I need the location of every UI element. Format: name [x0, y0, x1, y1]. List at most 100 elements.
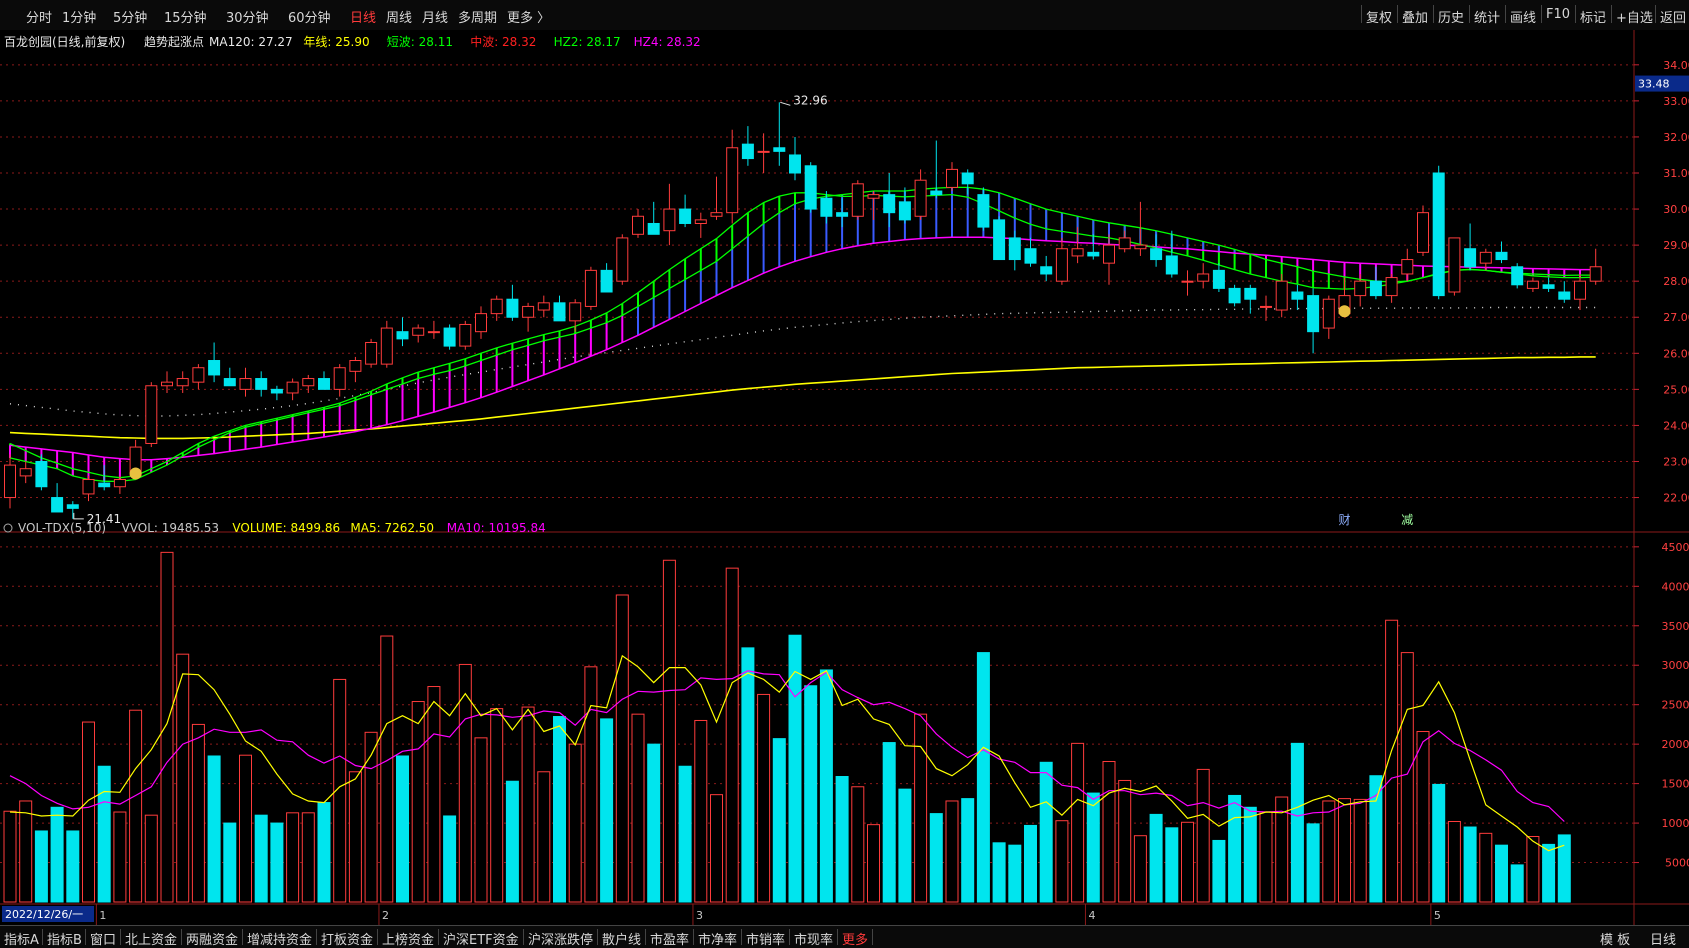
candle-body: [680, 209, 691, 223]
candle-body: [1418, 213, 1429, 253]
main-legend-item: HZ4: 28.32: [634, 35, 701, 49]
volume-bar: [506, 781, 518, 902]
candle-body: [1182, 281, 1193, 282]
indicator-name: 趋势起涨点: [144, 34, 204, 49]
volume-bar: [1229, 795, 1241, 902]
indicator-tab[interactable]: 窗口: [90, 929, 116, 948]
toolbar-button[interactable]: 画线: [1510, 7, 1536, 26]
kline-chart[interactable]: 22.0023.0024.0025.0026.0027.0028.0029.00…: [0, 30, 1689, 925]
toolbar-button[interactable]: 标记: [1580, 7, 1606, 26]
candle-body: [570, 303, 581, 321]
candle-body: [915, 180, 926, 216]
candle-body: [67, 505, 78, 509]
volume-bar: [930, 814, 942, 902]
candle-body: [1386, 278, 1397, 296]
toolbar-button[interactable]: 复权: [1366, 7, 1392, 26]
candle-body: [52, 498, 63, 512]
period-tab[interactable]: 5分钟: [113, 7, 147, 26]
volume-bar: [1386, 620, 1398, 902]
candle-body: [758, 151, 769, 152]
toolbar-button[interactable]: 历史: [1438, 7, 1464, 26]
indicator-tab[interactable]: 两融资金: [186, 929, 238, 948]
volume-bar: [192, 724, 204, 902]
volume-bar: [349, 772, 361, 902]
period-tab[interactable]: 月线: [422, 7, 448, 26]
indicator-tab[interactable]: 市现率: [794, 929, 833, 948]
price-tick-label: 34.00: [1663, 59, 1689, 72]
indicator-tab[interactable]: 北上资金: [125, 929, 177, 948]
volume-bar: [20, 801, 32, 902]
toolbar-button[interactable]: 返回: [1660, 7, 1686, 26]
candle-body: [1292, 292, 1303, 299]
indicator-tab[interactable]: 更多: [842, 929, 868, 948]
month-label: 4: [1088, 909, 1095, 922]
candle-body: [1496, 252, 1507, 259]
toolbar-button[interactable]: 叠加: [1402, 7, 1428, 26]
period-tab[interactable]: 分时: [26, 7, 52, 26]
candle-body: [319, 379, 330, 390]
volume-bar: [1511, 865, 1523, 902]
volume-tick-label: 30000: [1662, 659, 1689, 672]
volume-bar: [397, 756, 409, 902]
indicator-tab[interactable]: 打板资金: [321, 929, 373, 948]
indicator-tab[interactable]: 增减持资金: [247, 929, 312, 948]
indicator-tab[interactable]: 市净率: [698, 929, 737, 948]
candle-body: [1323, 299, 1334, 328]
main-legend-item: 年线: 25.90: [303, 35, 369, 49]
volume-bar: [538, 772, 550, 902]
period-tab[interactable]: 60分钟: [288, 7, 331, 26]
volume-bar: [695, 720, 707, 902]
period-tab[interactable]: 30分钟: [226, 7, 269, 26]
indicator-tab[interactable]: 散户线: [602, 929, 641, 948]
period-tab[interactable]: 1分钟: [62, 7, 96, 26]
volume-bar: [83, 722, 95, 902]
current-date-label: 2022/12/26/一: [5, 908, 83, 921]
indicator-tab-bar: 指标A 指标B 窗口北上资金两融资金增减持资金打板资金上榜资金沪深ETF资金沪深涨跌…: [0, 925, 1689, 948]
volume-bar: [114, 812, 126, 902]
candle-body: [1166, 256, 1177, 274]
volume-bar: [67, 831, 79, 902]
price-tick-label: 33.00: [1663, 95, 1689, 108]
indicator-tab[interactable]: 指标A: [4, 929, 39, 948]
candle-body: [617, 238, 628, 281]
volume-bar: [554, 717, 566, 902]
template-button[interactable]: 模 板: [1600, 929, 1630, 948]
volume-bar: [1354, 799, 1366, 902]
candle-body: [1308, 296, 1319, 332]
volume-bar: [1291, 743, 1303, 902]
toolbar-button[interactable]: 统计: [1474, 7, 1500, 26]
period-label[interactable]: 日线: [1650, 929, 1676, 948]
indicator-tab[interactable]: 沪深ETF资金: [443, 929, 519, 948]
indicator-tab[interactable]: 指标B: [47, 929, 82, 948]
volume-bar: [475, 738, 487, 902]
candle-body: [1527, 281, 1538, 288]
candle-body: [962, 173, 973, 184]
period-tab[interactable]: 15分钟: [164, 7, 207, 26]
price-marker-label: 33.48: [1638, 78, 1670, 91]
volume-tick-label: 40000: [1662, 580, 1689, 593]
period-tab[interactable]: 更多 〉: [507, 7, 550, 26]
period-tab[interactable]: 日线: [350, 7, 376, 26]
volume-tick-label: 15000: [1662, 778, 1689, 791]
tab-divider: [181, 929, 182, 945]
buy-signal-icon: [1339, 305, 1351, 317]
period-tab[interactable]: 周线: [386, 7, 412, 26]
candle-body: [162, 382, 173, 386]
indicator-tab[interactable]: 沪深涨跌停: [528, 929, 593, 948]
indicator-tab[interactable]: 上榜资金: [382, 929, 434, 948]
period-toolbar: 分时 1分钟 5分钟 15分钟 30分钟 60分钟日线周线月线多周期更多 〉 返回 +自选标记…: [0, 0, 1689, 31]
candle-body: [177, 379, 188, 386]
volume-bar: [1339, 799, 1351, 902]
volume-bar: [98, 766, 110, 902]
main-legend-item: HZ2: 28.17: [554, 35, 621, 49]
volume-bar: [1009, 845, 1021, 902]
toolbar-button[interactable]: F10: [1546, 7, 1570, 22]
candle-body: [1009, 238, 1020, 260]
period-tab[interactable]: 多周期: [458, 7, 497, 26]
toolbar-button[interactable]: +自选: [1616, 7, 1653, 26]
candle-body: [1041, 267, 1052, 274]
volume-bar: [240, 755, 252, 902]
indicator-tab[interactable]: 市盈率: [650, 929, 689, 948]
indicator-tab[interactable]: 市销率: [746, 929, 785, 948]
candle-body: [397, 332, 408, 339]
